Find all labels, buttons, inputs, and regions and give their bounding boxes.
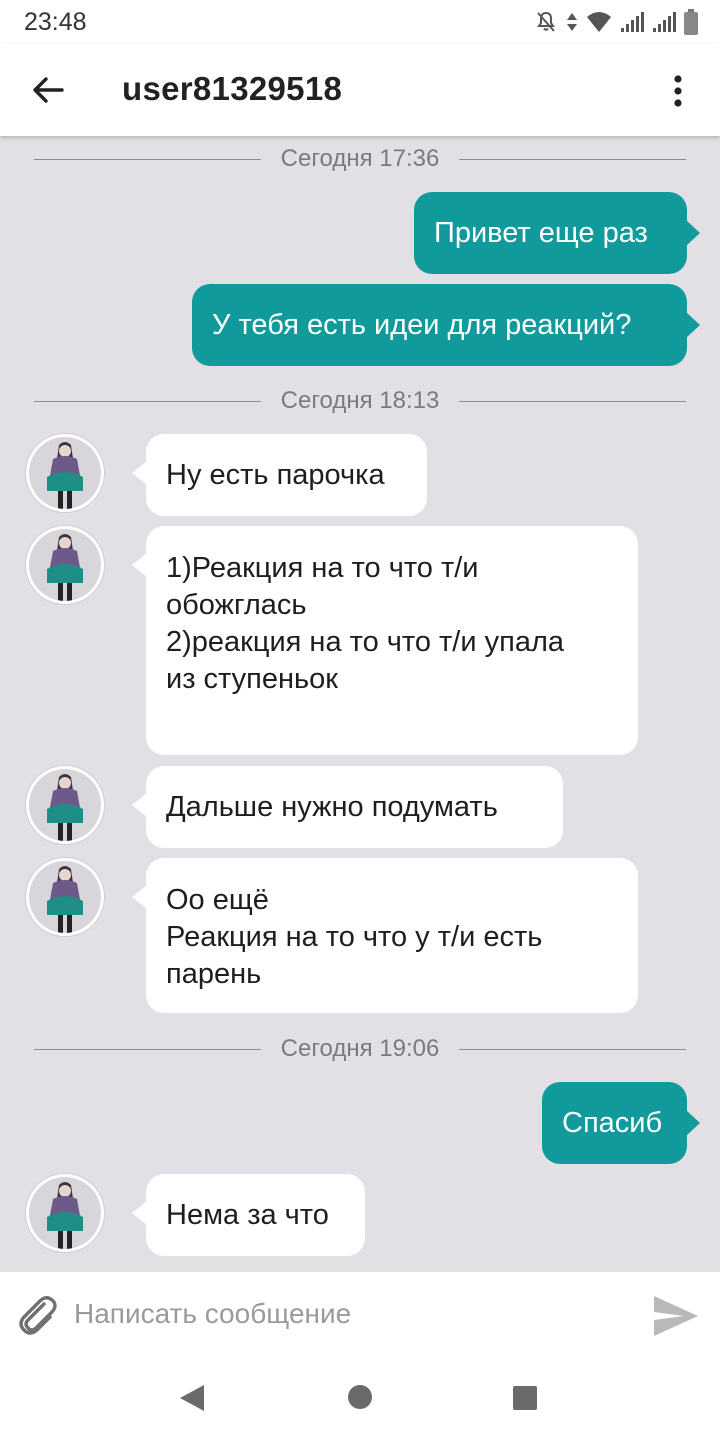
more-vertical-icon bbox=[674, 75, 682, 107]
outgoing-message[interactable]: Привет еще раз bbox=[414, 192, 700, 274]
battery-icon bbox=[684, 9, 698, 35]
avatar-image bbox=[29, 769, 101, 841]
send-button[interactable] bbox=[652, 1292, 700, 1340]
message-list[interactable]: Сегодня 17:36 Привет еще раз У тебя есть… bbox=[0, 136, 720, 1272]
avatar-image bbox=[29, 529, 101, 601]
avatar[interactable] bbox=[26, 858, 104, 936]
message-text: У тебя есть идеи для реакций? bbox=[212, 308, 632, 341]
avatar-image bbox=[29, 861, 101, 933]
date-label: Сегодня 17:36 bbox=[280, 145, 440, 172]
message-line: из ступеньок bbox=[166, 663, 338, 695]
separator-line bbox=[34, 400, 261, 402]
send-icon bbox=[654, 1296, 698, 1336]
nav-back-icon bbox=[180, 1385, 204, 1411]
date-separator: Сегодня 19:06 bbox=[34, 1034, 686, 1064]
message-line: Реакция на то что у т/и есть bbox=[166, 921, 543, 953]
nav-recent-icon bbox=[513, 1386, 537, 1410]
status-bar: 23:48 bbox=[0, 0, 720, 44]
notifications-off-icon bbox=[534, 10, 558, 34]
back-button[interactable] bbox=[24, 66, 72, 114]
avatar[interactable] bbox=[26, 1174, 104, 1252]
separator-line bbox=[34, 158, 261, 160]
incoming-message[interactable]: Дальше нужно подумать bbox=[132, 766, 563, 848]
message-text: Спасиб bbox=[562, 1106, 663, 1139]
message-line: Оо ещё bbox=[166, 884, 269, 916]
message-line: 1)Реакция на то что т/и bbox=[166, 552, 479, 584]
message-text: Ну есть парочка bbox=[166, 458, 385, 491]
signal-icon bbox=[620, 11, 644, 33]
date-label: Сегодня 18:13 bbox=[280, 387, 440, 414]
avatar[interactable] bbox=[26, 766, 104, 844]
system-navigation-bar bbox=[0, 1356, 720, 1440]
signal-icon bbox=[652, 11, 676, 33]
message-line: 2)реакция на то что т/и упала bbox=[166, 626, 564, 658]
nav-home-icon bbox=[348, 1385, 372, 1409]
date-separator: Сегодня 17:36 bbox=[34, 144, 686, 174]
attach-button[interactable] bbox=[14, 1292, 60, 1338]
avatar-image bbox=[29, 1177, 101, 1249]
avatar[interactable] bbox=[26, 526, 104, 604]
avatar[interactable] bbox=[26, 434, 104, 512]
chat-title: user81329518 bbox=[122, 70, 343, 107]
nav-recent-button[interactable] bbox=[512, 1385, 538, 1416]
paperclip-icon bbox=[19, 1296, 57, 1335]
nav-home-button[interactable] bbox=[347, 1384, 373, 1415]
wifi-icon bbox=[586, 11, 612, 33]
date-separator: Сегодня 18:13 bbox=[34, 386, 686, 416]
separator-line bbox=[459, 1048, 686, 1050]
incoming-message[interactable]: Ну есть парочка bbox=[132, 434, 427, 516]
separator-line bbox=[459, 400, 686, 402]
separator-line bbox=[34, 1048, 261, 1050]
separator-line bbox=[459, 158, 686, 160]
message-composer bbox=[0, 1272, 720, 1356]
message-line: парень bbox=[166, 958, 262, 990]
message-text: Привет еще раз bbox=[434, 216, 648, 249]
status-icons bbox=[534, 9, 698, 35]
more-options-button[interactable] bbox=[658, 68, 698, 114]
outgoing-message[interactable]: Спасиб bbox=[542, 1082, 700, 1164]
message-line: обожглась bbox=[166, 589, 307, 621]
message-text: Нема за что bbox=[166, 1198, 329, 1231]
status-time: 23:48 bbox=[24, 8, 87, 36]
outgoing-message[interactable]: У тебя есть идеи для реакций? bbox=[192, 284, 700, 366]
app-bar: user81329518 bbox=[0, 44, 720, 136]
avatar-image bbox=[29, 437, 101, 509]
incoming-message[interactable]: Оо ещё Реакция на то что у т/и есть паре… bbox=[132, 858, 638, 1013]
data-arrows-icon bbox=[566, 10, 578, 34]
incoming-message[interactable]: Нема за что bbox=[132, 1174, 365, 1256]
date-label: Сегодня 19:06 bbox=[280, 1035, 440, 1062]
arrow-left-icon bbox=[33, 77, 64, 103]
message-input[interactable] bbox=[74, 1290, 634, 1338]
incoming-message[interactable]: 1)Реакция на то что т/и обожглась 2)реак… bbox=[132, 526, 638, 755]
nav-back-button[interactable] bbox=[178, 1384, 206, 1417]
message-text: Дальше нужно подумать bbox=[166, 790, 498, 823]
